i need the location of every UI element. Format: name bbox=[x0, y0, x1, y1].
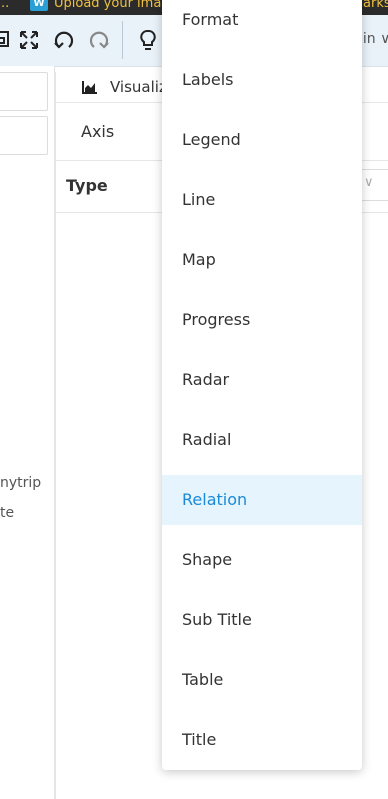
type-label: Type bbox=[66, 176, 108, 195]
dropdown-option-labels[interactable]: Labels bbox=[162, 55, 362, 105]
toolbar-separator bbox=[122, 21, 123, 59]
dropdown-option-radar[interactable]: Radar bbox=[162, 355, 362, 405]
dropdown-option-line[interactable]: Line bbox=[162, 175, 362, 225]
dropdown-option-shape[interactable]: Shape bbox=[162, 535, 362, 585]
bookmarks-overflow[interactable]: .. bbox=[1, 0, 9, 11]
left-input-2[interactable] bbox=[0, 116, 48, 155]
area-chart-icon bbox=[82, 81, 97, 94]
bookmark-favicon-icon: W bbox=[30, 0, 48, 11]
dropdown-option-map[interactable]: Map bbox=[162, 235, 362, 285]
left-list-item[interactable]: te bbox=[0, 505, 14, 521]
dropdown-option-sub-title[interactable]: Sub Title bbox=[162, 595, 362, 645]
chevron-down-icon: ∨ bbox=[364, 175, 374, 190]
dropdown-option-relation[interactable]: Relation bbox=[162, 475, 362, 525]
type-dropdown-menu: Format Labels Legend Line Map Progress Radar Ra… bbox=[162, 0, 362, 770]
redo-icon[interactable] bbox=[87, 28, 111, 52]
left-list-item[interactable]: nytrip bbox=[0, 475, 41, 491]
save-icon[interactable] bbox=[0, 28, 14, 52]
left-panel: nytrip te bbox=[0, 66, 55, 799]
dropdown-option-progress[interactable]: Progress bbox=[162, 295, 362, 345]
fullscreen-icon[interactable] bbox=[17, 28, 41, 52]
left-input-1[interactable] bbox=[0, 72, 48, 111]
dropdown-option-title[interactable]: Title bbox=[162, 715, 362, 765]
dropdown-option-format[interactable]: Format bbox=[162, 0, 362, 45]
dropdown-option-legend[interactable]: Legend bbox=[162, 115, 362, 165]
chevron-down-icon: ∨ bbox=[380, 31, 388, 47]
undo-icon[interactable] bbox=[52, 28, 76, 52]
lightbulb-icon[interactable] bbox=[136, 28, 160, 52]
dropdown-option-table[interactable]: Table bbox=[162, 655, 362, 705]
tab-visualization[interactable]: Visualiz bbox=[82, 78, 167, 96]
dropdown-option-radial[interactable]: Radial bbox=[162, 415, 362, 465]
axis-section-label[interactable]: Axis bbox=[81, 122, 114, 141]
tab-label: Visualiz bbox=[110, 78, 167, 96]
